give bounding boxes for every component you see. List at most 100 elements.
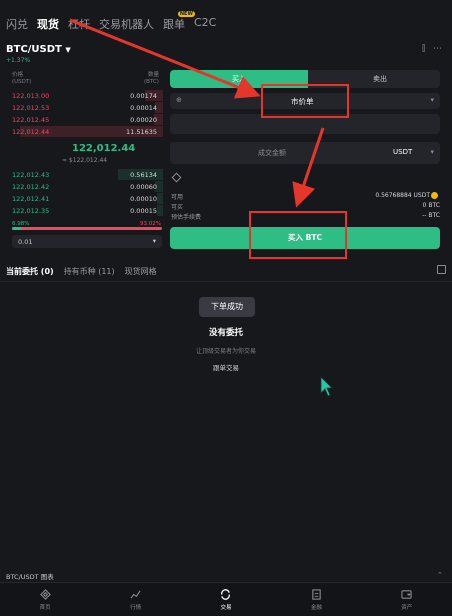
nav-assets[interactable]: 资产 <box>377 583 437 616</box>
nav-home-label: 首页 <box>39 605 51 611</box>
chevron-down-icon: ▼ <box>65 46 71 54</box>
ask-row[interactable]: 122,012.44 11.51635 <box>0 126 163 137</box>
nav-markets-label: 行情 <box>130 605 142 611</box>
bid-qty: 0.00060 <box>130 183 157 191</box>
annotation-arrow-2 <box>292 127 325 208</box>
bid-row[interactable]: 122,012.42 0.00060 <box>0 181 163 192</box>
tab-copy-trading[interactable]: 跟单 NEW <box>163 11 195 32</box>
chevron-down-icon: ▾ <box>430 148 434 156</box>
ratio-bar-buy <box>12 227 23 230</box>
tab-flash-swap[interactable]: 闪兑 <box>6 16 28 32</box>
tab-spot[interactable]: 现货 <box>37 16 59 32</box>
empty-state-title: 没有委托 <box>208 328 243 338</box>
tab-margin[interactable]: 杠杆 <box>68 16 90 32</box>
new-badge: NEW <box>177 11 195 17</box>
pair-change: +1.37% <box>6 57 31 64</box>
chevron-down-icon: ▾ <box>430 96 434 104</box>
mid-price-usd: ≈ $122,012.44 <box>62 157 108 164</box>
ask-qty: 0.00020 <box>130 116 157 124</box>
nav-trade-label: 交易 <box>220 605 232 611</box>
mid-price[interactable]: 122,012.44 <box>72 143 135 154</box>
tab-copy-trading-label: 跟单 <box>163 18 185 31</box>
order-tabs: 当前委托 (0) 持有币种 (11) 现货网格 <box>6 266 157 277</box>
available-label: 可用 <box>171 194 184 201</box>
chevron-down-icon: ▾ <box>152 237 156 245</box>
tab-holdings[interactable]: 持有币种 (11) <box>64 266 115 277</box>
tp-sl-checkbox[interactable] <box>171 172 182 183</box>
chart-line-icon <box>130 590 141 599</box>
can-buy-value: 0 BTC <box>422 202 440 209</box>
ask-price: 122,012.45 <box>12 116 50 124</box>
tab-trading-bot[interactable]: 交易机器人 <box>99 16 154 32</box>
nav-finance[interactable]: 金融 <box>286 583 346 616</box>
ask-qty: 0.00014 <box>130 104 157 112</box>
ask-price: 122,012.53 <box>12 104 50 112</box>
tab-c2c[interactable]: C2C <box>194 16 216 32</box>
tab-open-orders[interactable]: 当前委托 (0) <box>6 266 54 277</box>
copy-trading-link[interactable]: 跟单交易 <box>0 362 452 372</box>
home-icon <box>39 589 51 600</box>
can-buy-label: 可买 <box>171 204 184 211</box>
fee-value: -- BTC <box>422 212 440 219</box>
available-value: 0.56768884 USDT <box>375 192 430 199</box>
empty-state-subtitle: 让顶级交易者为你交易 <box>195 348 256 355</box>
nav-trade[interactable]: 交易 <box>196 583 256 616</box>
ask-row[interactable]: 122,013.00 0.00174 <box>0 90 163 101</box>
precision-value: 0.01 <box>18 238 33 246</box>
annotation-box-buy-button <box>249 211 347 259</box>
ask-qty: 0.00174 <box>130 92 157 100</box>
nav-home[interactable]: 首页 <box>15 583 75 616</box>
ask-price: 122,012.44 <box>12 128 50 136</box>
top-tabs: 闪兑 现货 杠杆 交易机器人 跟单 NEW C2C <box>6 11 216 32</box>
ob-qty-header: 数量 (BTC) <box>144 72 159 86</box>
header-icons: ⫿ ⋯ <box>422 44 442 54</box>
ob-price-header: 价格 (USDT) <box>12 72 31 86</box>
bid-price: 122,012.35 <box>12 207 50 215</box>
bid-qty: 0.00010 <box>130 195 157 203</box>
amount-field[interactable]: 成交金额 USDT ▾ <box>170 142 440 164</box>
bid-price: 122,012.43 <box>12 171 50 179</box>
more-icon[interactable]: ⋯ <box>433 44 442 54</box>
price-unit-label: (USDT) <box>12 79 32 85</box>
ask-qty: 11.51635 <box>125 128 157 136</box>
chevron-up-icon[interactable]: ⌃ <box>437 571 443 579</box>
mouse-cursor-icon <box>320 376 333 397</box>
ask-price: 122,013.00 <box>12 92 50 100</box>
tab-spot-grid[interactable]: 现货网格 <box>125 266 157 277</box>
bid-price: 122,012.41 <box>12 195 50 203</box>
nav-markets[interactable]: 行情 <box>106 583 166 616</box>
info-icon: ⊕ <box>176 96 182 104</box>
pair-selector[interactable]: BTC/USDT ▼ <box>6 44 71 55</box>
add-funds-icon[interactable] <box>431 192 438 199</box>
amount-unit: USDT <box>393 148 413 156</box>
qty-header-label: 数量 <box>147 72 159 78</box>
finance-icon <box>312 589 321 600</box>
chart-toggle-icon[interactable]: ⫿ <box>422 44 425 54</box>
bid-qty: 0.56134 <box>130 171 157 179</box>
amount-placeholder: 成交金额 <box>258 149 286 157</box>
price-header-label: 价格 <box>12 72 24 78</box>
chart-section-label[interactable]: BTC/USDT 图表 <box>6 571 54 581</box>
qty-unit-label: (BTC) <box>144 79 159 85</box>
ratio-bar <box>12 227 162 230</box>
annotation-box-order-type <box>261 84 349 118</box>
fee-label: 预估手续费 <box>171 214 202 221</box>
nav-assets-label: 资产 <box>401 605 413 611</box>
pair-symbol: BTC/USDT <box>6 44 62 55</box>
bid-price: 122,012.42 <box>12 183 50 191</box>
ask-row[interactable]: 122,012.45 0.00020 <box>0 114 163 125</box>
precision-select[interactable]: 0.01 ▾ <box>12 235 162 248</box>
bid-row[interactable]: 122,012.35 0.00015 <box>0 205 163 216</box>
ask-row[interactable]: 122,012.53 0.00014 <box>0 102 163 113</box>
bid-row[interactable]: 122,012.43 0.56134 <box>0 169 163 180</box>
bid-qty: 0.00015 <box>130 207 157 215</box>
nav-finance-label: 金融 <box>310 605 322 611</box>
bid-depth-bar <box>157 205 163 216</box>
bid-row[interactable]: 122,012.41 0.00010 <box>0 193 163 204</box>
wallet-icon <box>401 590 412 599</box>
bottom-nav: 首页 行情 交易 金融 资产 <box>0 582 452 616</box>
bid-depth-bar <box>157 193 163 204</box>
order-success-toast: 下单成功 <box>199 297 255 317</box>
trade-icon <box>221 589 231 600</box>
order-history-icon[interactable] <box>437 265 446 274</box>
